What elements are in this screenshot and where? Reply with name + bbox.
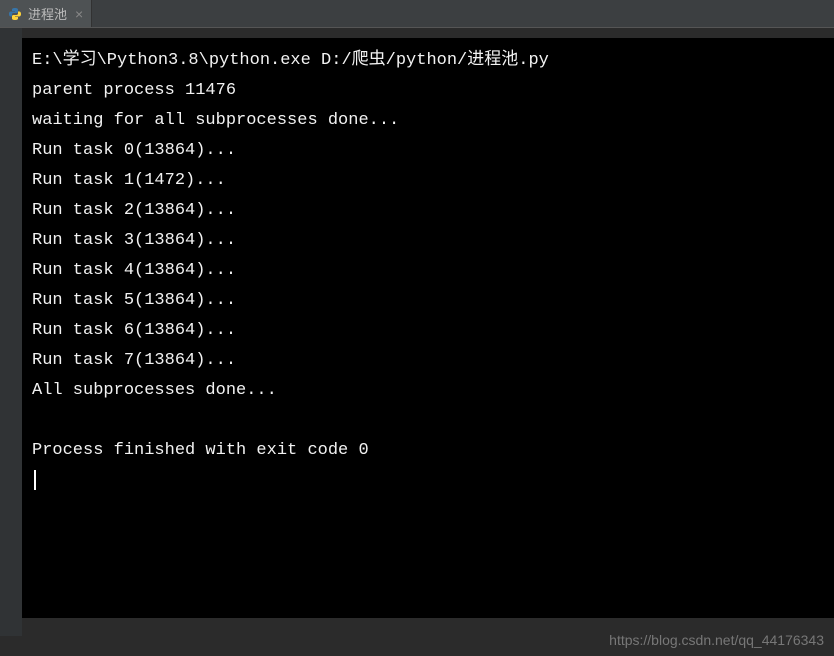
python-icon xyxy=(8,7,22,21)
output-line: Run task 5(13864)... xyxy=(32,286,824,316)
output-line: All subprocesses done... xyxy=(32,376,824,406)
tab-python-file[interactable]: 进程池 × xyxy=(0,0,92,27)
output-line: Run task 2(13864)... xyxy=(32,196,824,226)
output-line: Run task 0(13864)... xyxy=(32,136,824,166)
output-line: Run task 4(13864)... xyxy=(32,256,824,286)
close-icon[interactable]: × xyxy=(75,6,83,22)
console-output[interactable]: E:\学习\Python3.8\python.exe D:/爬虫/python/… xyxy=(22,38,834,618)
command-line: E:\学习\Python3.8\python.exe D:/爬虫/python/… xyxy=(32,46,824,76)
output-line: Run task 3(13864)... xyxy=(32,226,824,256)
exit-code-line: Process finished with exit code 0 xyxy=(32,436,824,466)
output-line: Run task 1(1472)... xyxy=(32,166,824,196)
tab-label: 进程池 xyxy=(28,4,67,23)
watermark: https://blog.csdn.net/qq_44176343 xyxy=(609,632,824,648)
output-line: parent process 11476 xyxy=(32,76,824,106)
blank-line xyxy=(32,406,824,436)
output-line: Run task 7(13864)... xyxy=(32,346,824,376)
output-line: Run task 6(13864)... xyxy=(32,316,824,346)
tab-bar: 进程池 × xyxy=(0,0,834,28)
cursor-line xyxy=(32,466,824,496)
gutter xyxy=(0,28,22,636)
output-line: waiting for all subprocesses done... xyxy=(32,106,824,136)
cursor xyxy=(34,470,36,490)
